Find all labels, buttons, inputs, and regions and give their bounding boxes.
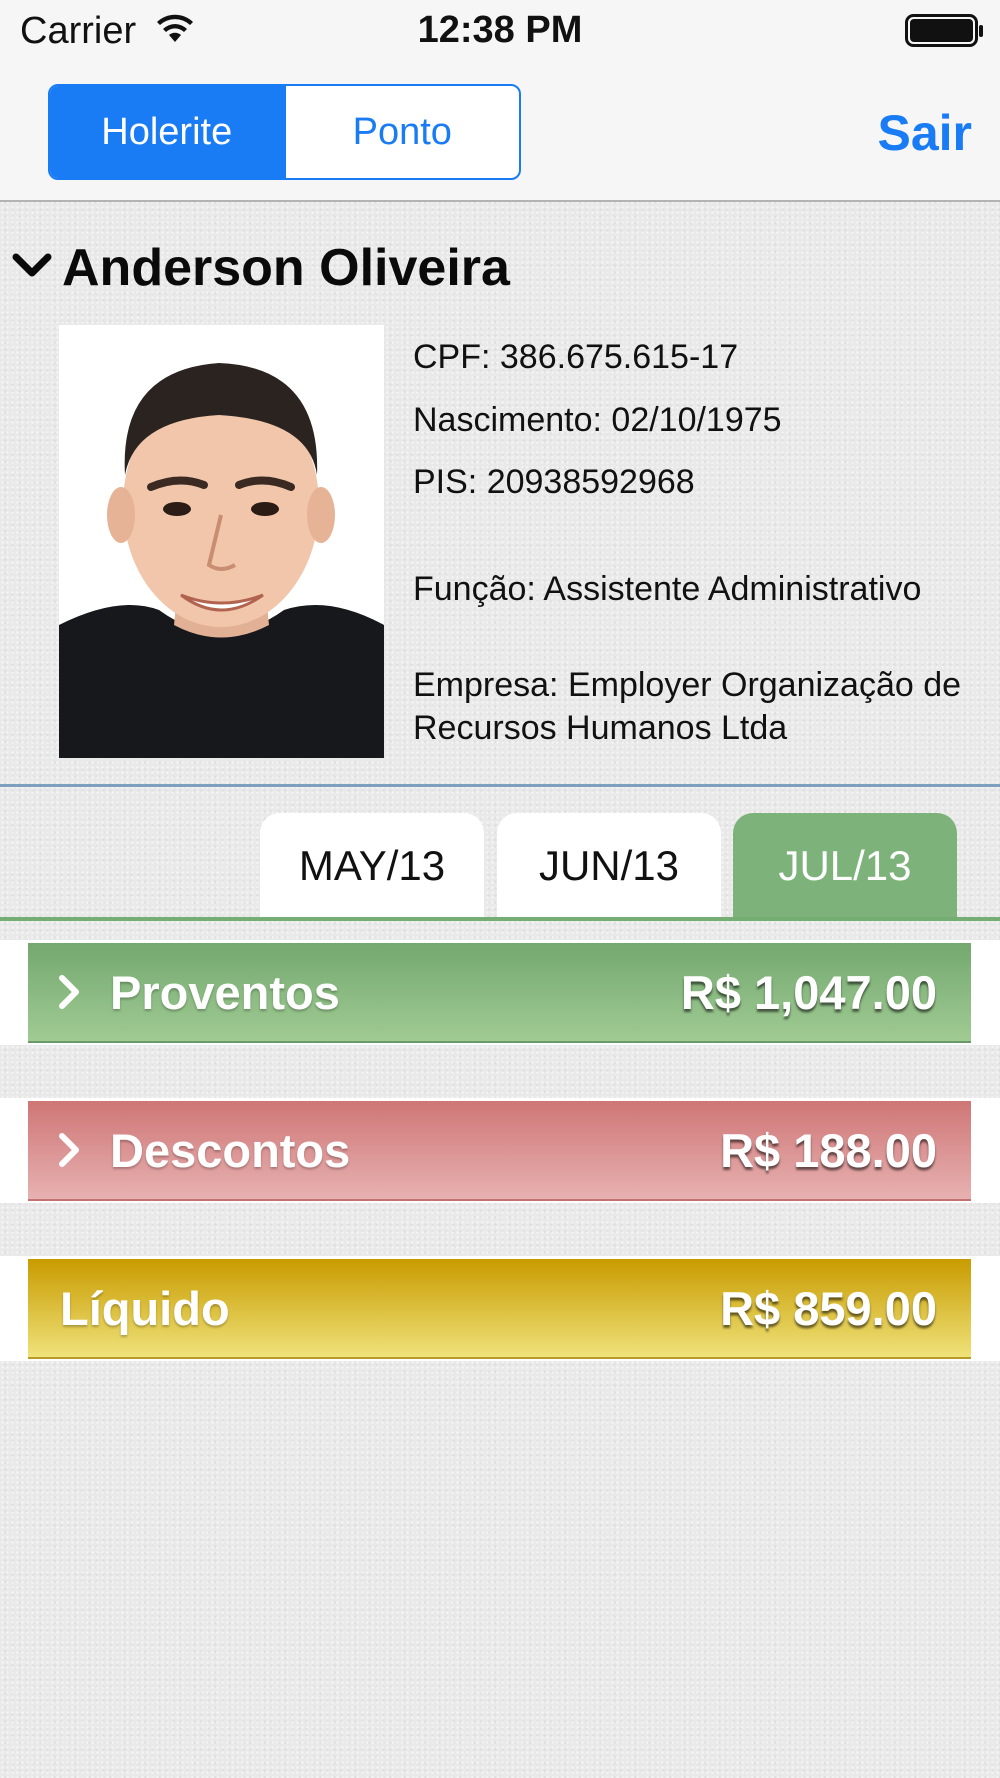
status-bar: Carrier 12:38 PM bbox=[0, 0, 1000, 64]
tab-jul-13[interactable]: JUL/13 bbox=[733, 813, 957, 918]
chevron-right-icon bbox=[54, 972, 84, 1012]
pis-value: PIS: 20938592968 bbox=[413, 463, 695, 501]
payslip-screen: Carrier 12:38 PM Holerite Ponto Sair And… bbox=[0, 0, 1000, 1778]
proventos-amount: R$ 1,047.00 bbox=[680, 965, 937, 1019]
proventos-row[interactable]: Proventos R$ 1,047.00 bbox=[28, 943, 971, 1043]
descontos-label: Descontos bbox=[110, 1123, 351, 1177]
employee-photo bbox=[59, 325, 384, 758]
segment-holerite[interactable]: Holerite bbox=[50, 86, 284, 178]
employee-header[interactable]: Anderson Oliveira bbox=[12, 238, 510, 298]
navigation-bar: Holerite Ponto Sair bbox=[0, 64, 1000, 202]
section-divider bbox=[0, 784, 1000, 787]
birthdate-value: Nascimento: 02/10/1975 bbox=[413, 401, 782, 439]
cpf-value: CPF: 386.675.615-17 bbox=[413, 338, 739, 376]
tab-jun-13[interactable]: JUN/13 bbox=[497, 813, 721, 918]
descontos-row[interactable]: Descontos R$ 188.00 bbox=[28, 1101, 971, 1201]
liquido-row: Líquido R$ 859.00 bbox=[28, 1259, 971, 1359]
clock: 12:38 PM bbox=[417, 9, 583, 51]
job-title-value: Função: Assistente Administrativo bbox=[413, 570, 922, 608]
chevron-down-icon bbox=[12, 251, 52, 286]
tab-may-13[interactable]: MAY/13 bbox=[260, 813, 484, 918]
battery-icon bbox=[905, 14, 985, 53]
logout-button[interactable]: Sair bbox=[877, 104, 972, 162]
tabs-divider bbox=[0, 917, 1000, 921]
liquido-label: Líquido bbox=[60, 1281, 230, 1335]
segment-ponto[interactable]: Ponto bbox=[283, 86, 520, 178]
employee-name: Anderson Oliveira bbox=[62, 239, 510, 297]
proventos-label: Proventos bbox=[110, 965, 340, 1019]
company-value: Empresa: Employer Organização de Recurso… bbox=[413, 666, 962, 747]
liquido-amount: R$ 859.00 bbox=[720, 1281, 937, 1335]
descontos-amount: R$ 188.00 bbox=[720, 1123, 937, 1177]
chevron-right-icon bbox=[54, 1130, 84, 1170]
mode-segmented-control: Holerite Ponto bbox=[48, 84, 521, 180]
